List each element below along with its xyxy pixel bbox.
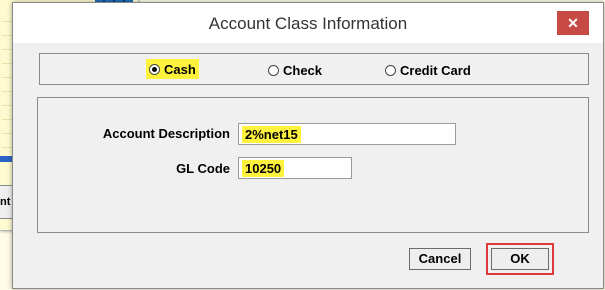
account-description-value: 2%net15 (242, 126, 301, 143)
dialog-title: Account Class Information (208, 14, 408, 33)
radio-cash[interactable]: Cash (146, 59, 199, 79)
background-window-button-label: nt (0, 196, 11, 208)
ok-button-label: OK (510, 251, 530, 266)
radio-check[interactable]: Check (268, 61, 322, 79)
dialog-titlebar[interactable]: Account Class Information ✕ (13, 3, 603, 43)
account-description-input[interactable]: 2%net15 (238, 123, 456, 145)
cancel-button[interactable]: Cancel (409, 248, 471, 270)
account-class-dialog: Account Class Information ✕ Cash Check C… (12, 2, 604, 289)
radio-unselected-icon[interactable] (268, 64, 279, 76)
radio-cash-label: Cash (164, 61, 196, 77)
radio-unselected-icon[interactable] (385, 64, 396, 76)
radio-credit-card-label: Credit Card (400, 62, 471, 78)
close-button[interactable]: ✕ (557, 11, 589, 35)
gl-code-value: 10250 (242, 160, 285, 177)
radio-selected-icon[interactable] (149, 63, 160, 75)
account-type-group: Cash Check Credit Card (39, 53, 589, 85)
ok-button[interactable]: OK (491, 248, 549, 270)
close-icon: ✕ (567, 15, 579, 31)
account-description-label: Account Description (102, 126, 230, 141)
fields-panel: Account Description 2%net15 GL Code 1025… (37, 97, 589, 233)
gl-code-input[interactable]: 10250 (238, 157, 352, 179)
gl-code-label: GL Code (176, 161, 230, 176)
cancel-button-label: Cancel (418, 251, 462, 266)
radio-credit-card[interactable]: Credit Card (385, 61, 471, 79)
radio-check-label: Check (283, 62, 323, 78)
